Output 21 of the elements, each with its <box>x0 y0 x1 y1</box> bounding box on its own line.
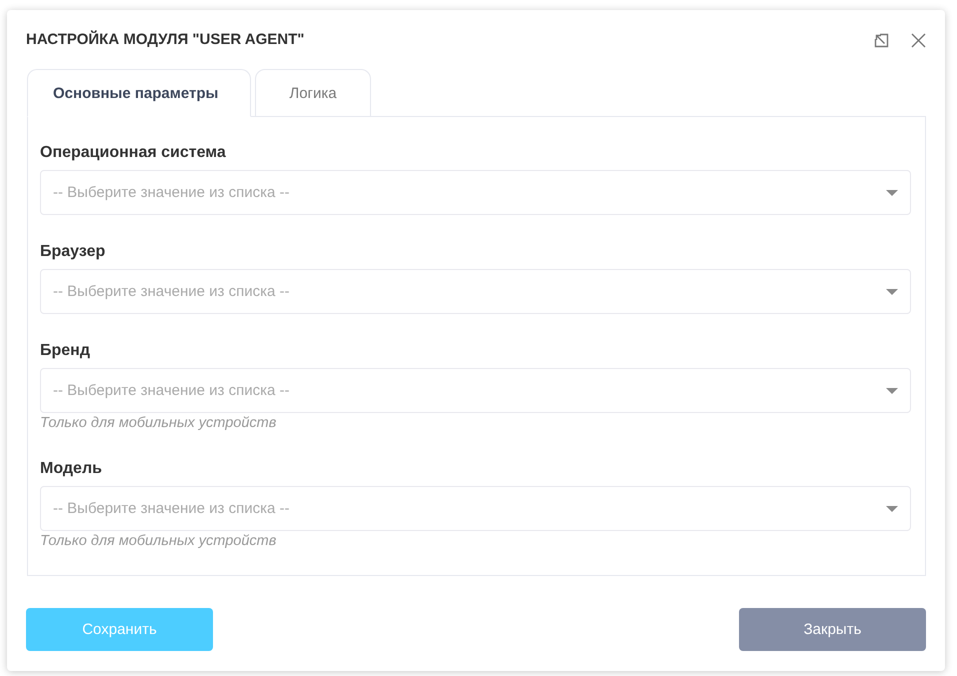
field-label: Бренд <box>40 341 90 361</box>
field-label: Операционная система <box>40 143 226 163</box>
select-field[interactable]: -- Выберите значение из списка -- <box>40 368 911 413</box>
caret-icon <box>886 288 898 294</box>
select-field[interactable]: -- Выберите значение из списка -- <box>40 269 911 314</box>
field-label: Браузер <box>40 242 106 262</box>
field-hint: Только для мобильных устройств <box>40 414 276 432</box>
tab[interactable]: Логика <box>255 69 371 117</box>
tab[interactable]: Основные параметры <box>27 69 251 117</box>
field-hint: Только для мобильных устройств <box>40 532 276 550</box>
caret-icon <box>886 506 898 512</box>
caret-icon <box>886 190 898 196</box>
save-button[interactable]: Сохранить <box>26 608 213 651</box>
select-field[interactable]: -- Выберите значение из списка -- <box>40 486 911 531</box>
expand-icon[interactable] <box>874 32 889 48</box>
select-field[interactable]: -- Выберите значение из списка -- <box>40 170 911 215</box>
field-label: Модель <box>40 459 102 479</box>
caret-icon <box>886 388 898 394</box>
close-icon[interactable] <box>911 32 926 48</box>
close-button[interactable]: Закрыть <box>739 608 926 651</box>
dialog-title: НАСТРОЙКА МОДУЛЯ "USER AGENT" <box>26 30 304 50</box>
